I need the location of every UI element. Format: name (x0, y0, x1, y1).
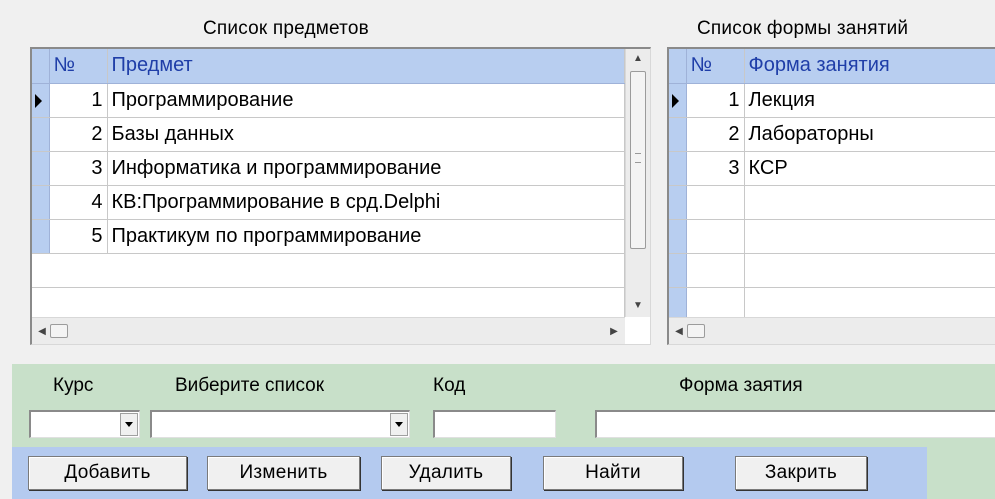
row-indicator[interactable] (669, 219, 687, 254)
close-button[interactable]: Закрить (735, 456, 867, 490)
cell-num[interactable]: 5 (49, 219, 108, 254)
form-label: Форма заятия (679, 375, 803, 396)
table-row[interactable] (669, 219, 995, 254)
cell-num[interactable]: 2 (686, 117, 745, 152)
grip-icon (635, 153, 641, 163)
subjects-table: № Предмет 1 Программирование 2 Базы данных 3… (32, 49, 625, 322)
row-indicator[interactable] (669, 253, 687, 288)
subjects-horizontal-scrollbar[interactable]: ◀ ▶ (32, 317, 625, 344)
cell-num[interactable]: 3 (686, 151, 745, 186)
find-button[interactable]: Найти (543, 456, 683, 490)
cell-num[interactable]: 2 (49, 117, 108, 152)
forms-grid[interactable]: № Форма занятия 1 Лекция 2 Лабораторны 3 КСР … (667, 47, 995, 345)
subjects-vertical-scrollbar[interactable]: ▲ ▼ (625, 49, 650, 317)
cell-name[interactable]: КВ:Программирование в срд.Delphi (107, 185, 625, 220)
cell-name[interactable] (744, 185, 995, 220)
forms-header-row: № Форма занятия (669, 49, 995, 84)
chevron-down-icon[interactable] (120, 413, 138, 436)
cell-name[interactable] (744, 253, 995, 288)
edit-button[interactable]: Изменить (207, 456, 360, 490)
table-row[interactable] (669, 287, 995, 322)
forms-hscroll-thumb[interactable] (687, 324, 705, 338)
scroll-down-icon[interactable]: ▼ (626, 300, 650, 311)
triangle-right-icon (35, 93, 42, 108)
table-row[interactable]: 2 Лабораторны (669, 117, 995, 152)
cell-num[interactable]: 3 (49, 151, 108, 186)
list-label: Виберите список (175, 375, 325, 396)
subjects-grid[interactable]: № Предмет 1 Программирование 2 Базы данных 3… (30, 47, 651, 345)
forms-caption: Список формы занятий (697, 18, 909, 39)
table-row[interactable]: 1 Программирование (32, 83, 625, 118)
cell-num[interactable] (686, 219, 745, 254)
row-indicator[interactable] (32, 185, 50, 220)
forms-table: № Форма занятия 1 Лекция 2 Лабораторны 3 КСР (669, 49, 995, 322)
table-row[interactable]: 4 КВ:Программирование в срд.Delphi (32, 185, 625, 220)
scroll-left-icon[interactable]: ◀ (36, 326, 48, 337)
add-button[interactable]: Добавить (28, 456, 187, 490)
scroll-left-icon[interactable]: ◀ (673, 326, 685, 337)
list-select[interactable] (150, 410, 410, 438)
triangle-right-icon (672, 93, 679, 108)
subjects-caption: Список предметов (203, 18, 369, 39)
cell-num[interactable]: 1 (686, 83, 745, 118)
course-label: Курс (53, 375, 94, 396)
cell-name[interactable] (744, 219, 995, 254)
subjects-hscroll-thumb[interactable] (50, 324, 68, 338)
code-label: Код (433, 375, 466, 396)
cell-num[interactable] (49, 287, 107, 322)
cell-num[interactable] (686, 253, 745, 288)
cell-name[interactable] (107, 253, 625, 288)
cell-name[interactable]: Практикум по программирование (107, 219, 625, 254)
column-header-form[interactable]: Форма занятия (744, 49, 995, 84)
cell-name[interactable]: Лабораторны (744, 117, 995, 152)
cell-name[interactable]: Программирование (107, 83, 625, 118)
form-input[interactable] (595, 410, 995, 438)
button-bar: Добавить Изменить Удалить Найти Закрить (12, 447, 927, 499)
cell-name[interactable]: Информатика и программирование (107, 151, 625, 186)
header-indicator (32, 49, 50, 84)
cell-name[interactable] (107, 287, 625, 322)
row-indicator[interactable] (32, 253, 49, 288)
cell-num[interactable] (686, 185, 745, 220)
cell-name[interactable] (744, 287, 995, 322)
cell-num[interactable] (49, 253, 107, 288)
course-select[interactable] (29, 410, 140, 438)
row-indicator[interactable] (669, 287, 687, 322)
header-indicator (669, 49, 687, 84)
row-indicator[interactable] (32, 287, 49, 322)
row-indicator[interactable] (32, 83, 50, 118)
cell-name[interactable]: Лекция (744, 83, 995, 118)
row-indicator[interactable] (669, 117, 687, 152)
chevron-down-icon[interactable] (390, 413, 408, 436)
row-indicator[interactable] (669, 83, 687, 118)
delete-button[interactable]: Удалить (381, 456, 511, 490)
column-header-subject[interactable]: Предмет (107, 49, 625, 84)
row-indicator[interactable] (669, 185, 687, 220)
scroll-right-icon[interactable]: ▶ (608, 326, 620, 337)
table-row[interactable]: 1 Лекция (669, 83, 995, 118)
row-indicator[interactable] (32, 117, 50, 152)
forms-horizontal-scrollbar[interactable]: ◀ (669, 317, 995, 344)
cell-num[interactable]: 1 (49, 83, 108, 118)
column-header-num[interactable]: № (49, 49, 108, 84)
table-row[interactable] (32, 253, 625, 288)
cell-name[interactable]: Базы данных (107, 117, 625, 152)
row-indicator[interactable] (32, 219, 50, 254)
row-indicator[interactable] (669, 151, 687, 186)
table-row[interactable]: 5 Практикум по программирование (32, 219, 625, 254)
cell-num[interactable]: 4 (49, 185, 108, 220)
row-indicator[interactable] (32, 151, 50, 186)
column-header-num[interactable]: № (686, 49, 745, 84)
table-row[interactable]: 3 Информатика и программирование (32, 151, 625, 186)
table-row[interactable] (669, 253, 995, 288)
table-row[interactable]: 2 Базы данных (32, 117, 625, 152)
cell-num[interactable] (686, 287, 745, 322)
table-row[interactable] (669, 185, 995, 220)
code-input[interactable] (433, 410, 556, 438)
subjects-header-row: № Предмет (32, 49, 625, 84)
cell-name[interactable]: КСР (744, 151, 995, 186)
table-row[interactable]: 3 КСР (669, 151, 995, 186)
table-row[interactable] (32, 287, 625, 322)
scroll-up-icon[interactable]: ▲ (626, 53, 650, 64)
